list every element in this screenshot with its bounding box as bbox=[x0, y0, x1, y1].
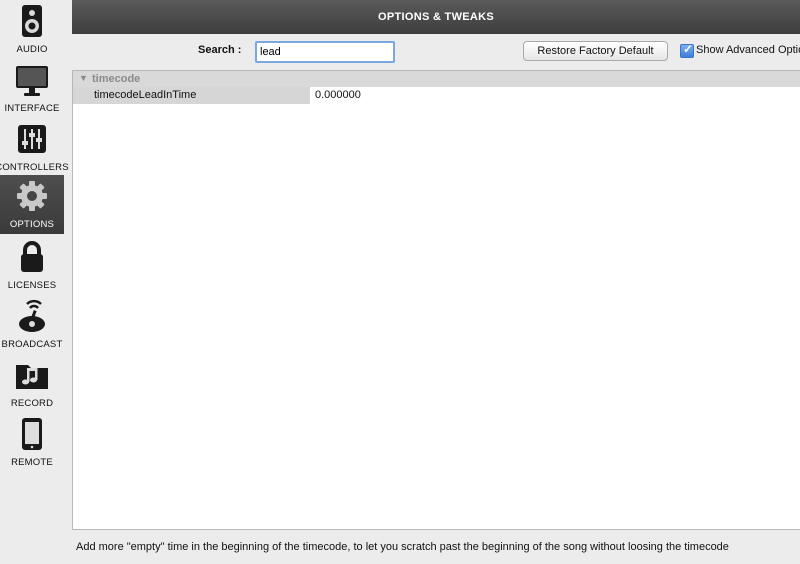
checkmark-icon: ✓ bbox=[683, 42, 694, 56]
sidebar-item-label: BROADCAST bbox=[1, 339, 63, 350]
options-panel: ▼ timecode timecodeLeadInTime 0.000000 bbox=[72, 70, 800, 530]
sidebar-item-remote[interactable]: REMOTE bbox=[0, 413, 64, 472]
sidebar-item-broadcast[interactable]: BROADCAST bbox=[0, 295, 64, 354]
sidebar-item-label: AUDIO bbox=[16, 44, 48, 55]
sidebar-item-label: RECORD bbox=[10, 398, 54, 409]
speaker-icon bbox=[22, 5, 42, 37]
search-label: Search : bbox=[198, 44, 242, 56]
sidebar-item-label: OPTIONS bbox=[9, 219, 55, 230]
music-folder-icon bbox=[16, 365, 48, 389]
sidebar-item-controllers[interactable]: CONTROLLERS bbox=[0, 118, 69, 177]
sidebar-item-licenses[interactable]: LICENSES bbox=[0, 236, 64, 295]
monitor-icon bbox=[16, 66, 48, 96]
sidebar-item-interface[interactable]: INTERFACE bbox=[0, 59, 64, 118]
tablet-icon bbox=[22, 418, 42, 450]
option-group-name: timecode bbox=[92, 73, 141, 85]
sidebar-item-record[interactable]: RECORD bbox=[0, 354, 64, 413]
sidebar-item-audio[interactable]: AUDIO bbox=[0, 0, 64, 59]
sidebar-item-label: INTERFACE bbox=[4, 103, 60, 114]
show-advanced-label: Show Advanced Options bbox=[696, 44, 800, 56]
show-advanced-checkbox[interactable]: ✓ bbox=[680, 42, 694, 58]
option-group-header[interactable]: ▼ timecode bbox=[73, 71, 800, 87]
option-name[interactable]: timecodeLeadInTime bbox=[73, 87, 310, 104]
disclosure-triangle-icon[interactable]: ▼ bbox=[79, 73, 88, 83]
sidebar-item-options[interactable]: OPTIONS bbox=[0, 175, 64, 234]
lock-icon bbox=[21, 241, 43, 272]
sidebar-item-label: REMOTE bbox=[11, 457, 53, 468]
sidebar-item-label: CONTROLLERS bbox=[0, 162, 69, 173]
page-title: OPTIONS & TWEAKS bbox=[72, 0, 800, 34]
search-input[interactable] bbox=[255, 41, 395, 63]
sidebar-item-label: LICENSES bbox=[7, 280, 57, 291]
broadcast-icon bbox=[19, 299, 45, 332]
sidebar: AUDIO INTERFACE CONTROLLERS OPTIONS LICE… bbox=[0, 0, 69, 564]
sliders-icon bbox=[18, 125, 46, 153]
restore-factory-default-button[interactable]: Restore Factory Default bbox=[523, 41, 668, 61]
gear-icon bbox=[17, 181, 47, 211]
option-description: Add more "empty" time in the beginning o… bbox=[76, 541, 729, 553]
option-value[interactable]: 0.000000 bbox=[310, 87, 800, 104]
